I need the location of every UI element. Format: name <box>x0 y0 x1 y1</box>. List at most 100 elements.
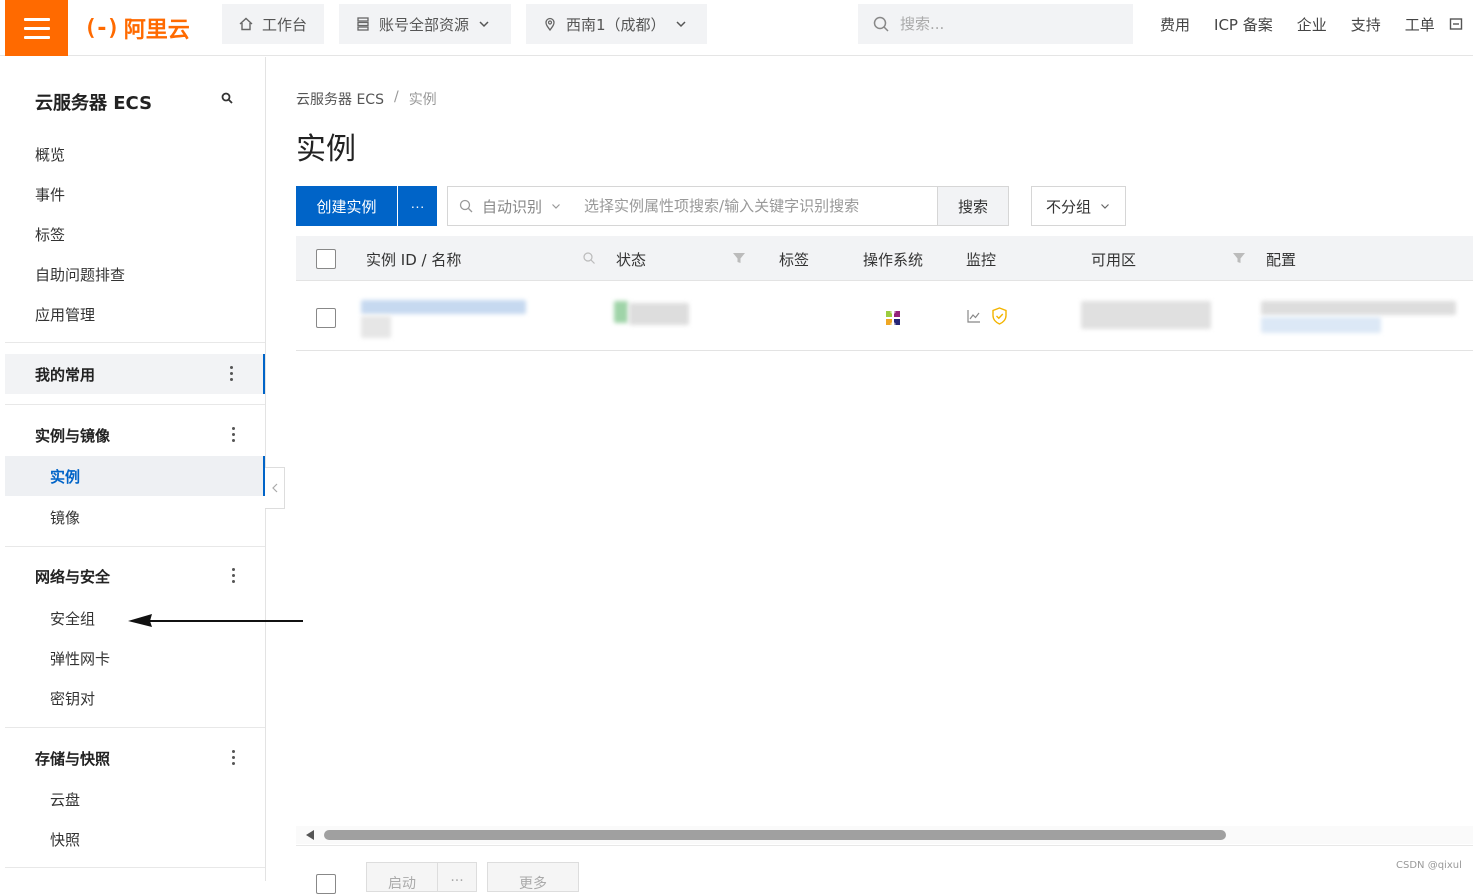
global-search-input[interactable] <box>900 15 1100 33</box>
sidebar-item-eni[interactable]: 弹性网卡 <box>50 648 110 669</box>
sidebar-search-icon[interactable] <box>221 92 233 104</box>
zone-redacted <box>1081 301 1211 329</box>
bulk-more-button[interactable]: ··· <box>437 862 477 892</box>
row-checkbox[interactable] <box>316 308 336 328</box>
stack-icon <box>357 17 369 31</box>
sidebar-item-events[interactable]: 事件 <box>35 184 65 205</box>
workbench-button[interactable]: 工作台 <box>222 4 324 44</box>
watermark: CSDN @qixul <box>1396 860 1462 871</box>
sidebar-item-snapshots[interactable]: 快照 <box>50 829 80 850</box>
sidebar-group-storage-snapshots[interactable]: 存储与快照 <box>5 738 265 778</box>
breadcrumb: 云服务器 ECS / 实例 <box>296 89 437 109</box>
instance-name-redacted <box>361 316 391 338</box>
instance-id-redacted[interactable] <box>361 300 526 314</box>
aliyun-logo[interactable]: (-) 阿里云 <box>84 10 190 46</box>
sidebar-item-instances[interactable]: 实例 <box>5 456 265 496</box>
top-link-enterprise[interactable]: 企业 <box>1285 14 1339 35</box>
column-tags: 标签 <box>779 251 810 269</box>
column-os: 操作系统 <box>863 251 924 269</box>
search-button[interactable]: 搜索 <box>937 186 1009 226</box>
more-dropdown-button[interactable]: 更多 <box>487 862 579 892</box>
breadcrumb-current: 实例 <box>408 92 437 108</box>
divider <box>5 404 265 405</box>
security-shield-icon[interactable] <box>991 307 1008 325</box>
breadcrumb-ecs[interactable]: 云服务器 ECS <box>296 89 384 109</box>
divider <box>5 727 265 728</box>
chevron-down-icon <box>479 21 489 28</box>
page-title: 实例 <box>296 132 356 167</box>
table-row <box>296 281 1473 351</box>
horizontal-scrollbar[interactable] <box>296 826 1473 844</box>
home-icon <box>239 17 253 31</box>
hamburger-menu-button[interactable] <box>5 0 68 56</box>
message-icon[interactable] <box>1449 17 1463 31</box>
group-by-dropdown[interactable]: 不分组 <box>1031 186 1126 226</box>
instance-filter: 自动识别 <box>447 186 938 226</box>
column-instance-id: 实例 ID / 名称 <box>366 251 462 269</box>
region-selector[interactable]: 西南1（成都） <box>526 4 707 44</box>
start-button[interactable]: 启动 <box>366 862 438 892</box>
sidebar-group-network-security[interactable]: 网络与安全 <box>5 556 265 596</box>
sidebar-item-images[interactable]: 镜像 <box>50 507 80 528</box>
monitoring-chart-icon[interactable] <box>966 308 982 324</box>
column-config: 配置 <box>1266 251 1297 269</box>
top-link-icp[interactable]: ICP 备案 <box>1202 14 1285 35</box>
bulk-action-bar: 启动 ··· 更多 <box>296 845 1473 894</box>
config-redacted <box>1261 301 1456 315</box>
chevron-down-icon <box>1101 204 1109 209</box>
top-link-support[interactable]: 支持 <box>1339 14 1393 35</box>
scrollbar-thumb[interactable] <box>324 830 1226 840</box>
create-instance-button[interactable]: 创建实例 <box>296 186 397 226</box>
global-search <box>858 4 1133 44</box>
auto-detect-label: 自动识别 <box>482 197 543 216</box>
sidebar-item-troubleshoot[interactable]: 自助问题排查 <box>35 264 125 285</box>
sidebar-group-instances-images[interactable]: 实例与镜像 <box>5 415 265 455</box>
select-all-checkbox[interactable] <box>316 249 336 269</box>
search-icon <box>459 199 473 213</box>
group-label: 网络与安全 <box>35 567 111 586</box>
favorites-label: 我的常用 <box>35 365 96 384</box>
sidebar-item-tags[interactable]: 标签 <box>35 224 65 245</box>
logo-mark: (-) <box>84 15 120 41</box>
logo-text: 阿里云 <box>123 18 190 43</box>
top-link-billing[interactable]: 费用 <box>1148 14 1202 35</box>
status-text-redacted <box>629 303 689 325</box>
scroll-left-arrow-icon[interactable] <box>306 830 314 840</box>
chevron-left-icon <box>271 483 277 493</box>
top-links: 费用 ICP 备案 企业 支持 工单 <box>1148 0 1463 48</box>
sidebar-title: 云服务器 ECS <box>35 93 153 114</box>
sidebar-item-security-group[interactable]: 安全组 <box>50 608 95 629</box>
group-label: 实例与镜像 <box>35 426 111 445</box>
more-actions-button[interactable]: ··· <box>398 186 437 226</box>
instance-search-input[interactable] <box>572 197 937 215</box>
sidebar-collapse-toggle[interactable] <box>265 467 285 509</box>
hamburger-icon <box>23 17 50 21</box>
filter-icon[interactable] <box>1232 251 1246 265</box>
top-link-ticket[interactable]: 工单 <box>1393 14 1447 35</box>
column-search-icon[interactable] <box>582 251 596 265</box>
region-selector-label: 西南1（成都） <box>566 15 666 34</box>
sidebar-item-app-management[interactable]: 应用管理 <box>35 304 95 325</box>
resource-selector[interactable]: 账号全部资源 <box>339 4 511 44</box>
status-redacted <box>614 301 628 323</box>
more-options-icon[interactable] <box>230 366 233 381</box>
workbench-label: 工作台 <box>262 15 308 34</box>
bulk-select-checkbox[interactable] <box>316 874 336 894</box>
divider <box>5 342 265 343</box>
divider <box>5 546 265 547</box>
more-options-icon[interactable] <box>232 568 235 583</box>
sidebar-group-favorites[interactable]: 我的常用 <box>5 354 265 394</box>
auto-detect-dropdown[interactable]: 自动识别 <box>448 187 572 225</box>
config-detail-redacted <box>1261 317 1381 333</box>
more-options-icon[interactable] <box>232 750 235 765</box>
sidebar: 云服务器 ECS 概览 事件 标签 自助问题排查 应用管理 我的常用 实例与镜像… <box>5 57 266 881</box>
chevron-down-icon <box>552 204 560 209</box>
annotation-arrow-icon <box>128 614 303 627</box>
breadcrumb-separator: / <box>393 89 399 105</box>
sidebar-item-disks[interactable]: 云盘 <box>50 789 80 810</box>
sidebar-item-key-pairs[interactable]: 密钥对 <box>50 688 95 709</box>
sidebar-item-overview[interactable]: 概览 <box>35 144 65 165</box>
chevron-down-icon <box>676 21 686 28</box>
filter-icon[interactable] <box>732 251 746 265</box>
more-options-icon[interactable] <box>232 427 235 442</box>
